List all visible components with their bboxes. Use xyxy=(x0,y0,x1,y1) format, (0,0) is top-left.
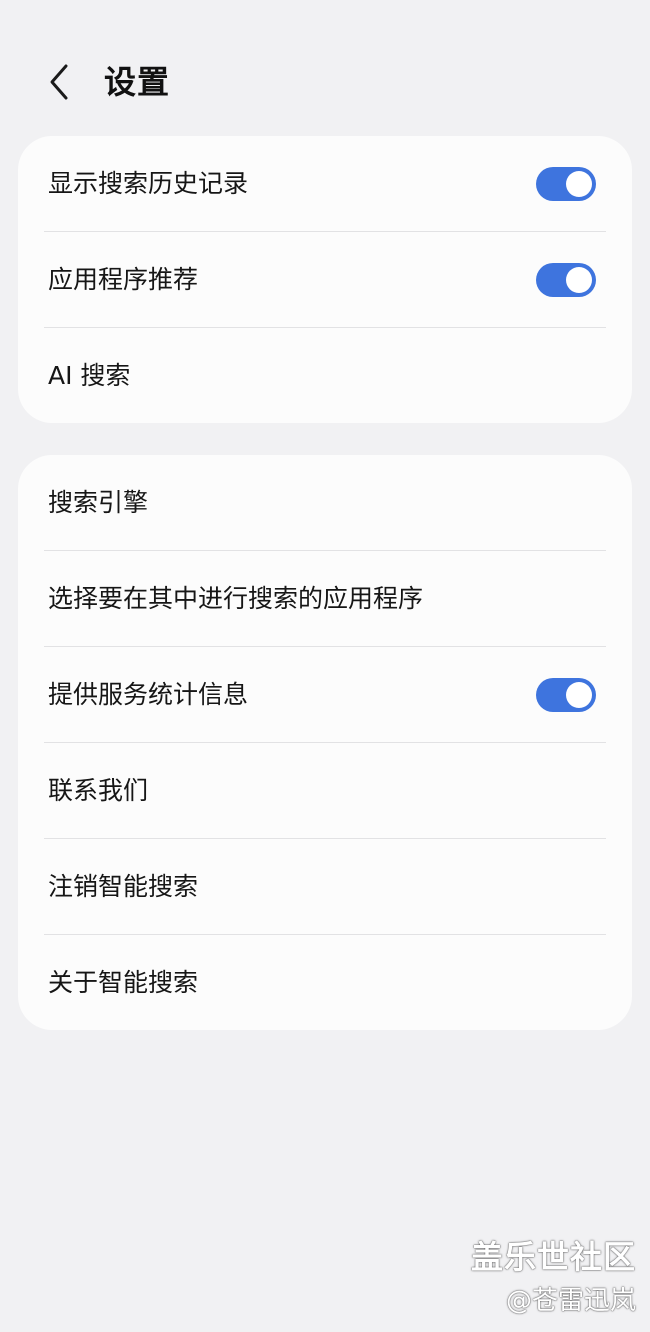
setting-ai-search[interactable]: AI 搜索 xyxy=(44,328,606,423)
setting-label: 提供服务统计信息 xyxy=(48,680,249,709)
back-button[interactable] xyxy=(44,62,80,102)
setting-about[interactable]: 关于智能搜索 xyxy=(44,935,606,1030)
page-title: 设置 xyxy=(104,63,171,101)
toggle-knob xyxy=(566,171,592,197)
toggle-knob xyxy=(566,267,592,293)
setting-label: AI 搜索 xyxy=(48,361,131,390)
setting-app-recommendations[interactable]: 应用程序推荐 xyxy=(44,232,606,328)
setting-label: 选择要在其中进行搜索的应用程序 xyxy=(48,584,424,613)
usage-statistics-toggle[interactable] xyxy=(536,678,596,712)
app-recommendations-toggle[interactable] xyxy=(536,263,596,297)
setting-usage-statistics[interactable]: 提供服务统计信息 xyxy=(44,647,606,743)
setting-search-engine[interactable]: 搜索引擎 xyxy=(44,455,606,551)
header: 设置 xyxy=(0,52,650,114)
setting-label: 搜索引擎 xyxy=(48,488,149,517)
watermark-community: 盖乐世社区 xyxy=(470,1238,636,1276)
setting-show-search-history[interactable]: 显示搜索历史记录 xyxy=(44,136,606,232)
setting-label: 应用程序推荐 xyxy=(48,265,199,294)
setting-choose-search-apps[interactable]: 选择要在其中进行搜索的应用程序 xyxy=(44,551,606,647)
setting-sign-out[interactable]: 注销智能搜索 xyxy=(44,839,606,935)
setting-label: 联系我们 xyxy=(48,776,149,805)
toggle-knob xyxy=(566,682,592,708)
setting-label: 注销智能搜索 xyxy=(48,872,199,901)
setting-contact-us[interactable]: 联系我们 xyxy=(44,743,606,839)
setting-label: 关于智能搜索 xyxy=(48,968,199,997)
settings-group-general: 搜索引擎 选择要在其中进行搜索的应用程序 提供服务统计信息 联系我们 注销智能搜… xyxy=(18,455,632,1030)
settings-group-search-options: 显示搜索历史记录 应用程序推荐 AI 搜索 xyxy=(18,136,632,423)
chevron-left-icon xyxy=(50,64,68,100)
setting-label: 显示搜索历史记录 xyxy=(48,169,249,198)
show-search-history-toggle[interactable] xyxy=(536,167,596,201)
watermark-author: @苍雷迅岚 xyxy=(505,1286,636,1316)
